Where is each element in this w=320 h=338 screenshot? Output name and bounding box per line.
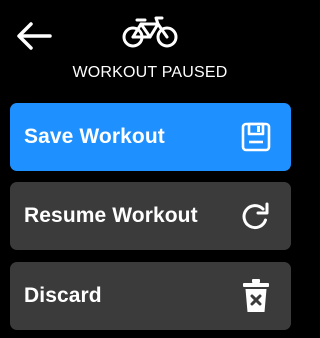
discard-label: Discard	[24, 284, 102, 307]
back-button[interactable]	[14, 18, 54, 54]
floppy-disk-icon	[239, 120, 273, 154]
discard-button[interactable]: Discard	[10, 262, 291, 330]
workout-paused-screen: WORKOUT PAUSED Save Workout Resume Worko…	[0, 0, 300, 338]
bicycle-icon	[122, 16, 178, 48]
resume-workout-button[interactable]: Resume Workout	[10, 182, 291, 250]
save-workout-button[interactable]: Save Workout	[10, 103, 291, 171]
arrow-left-icon	[17, 22, 52, 50]
resume-workout-label: Resume Workout	[24, 204, 198, 227]
status-title: WORKOUT PAUSED	[72, 64, 228, 81]
rotate-clockwise-icon	[239, 199, 273, 233]
trash-icon	[239, 279, 273, 313]
save-workout-label: Save Workout	[24, 125, 165, 148]
